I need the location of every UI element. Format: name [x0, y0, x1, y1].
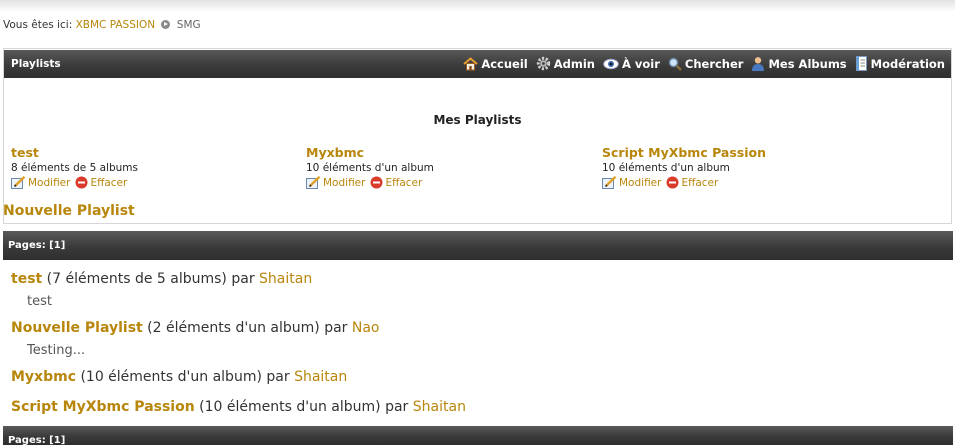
playlist-name-link[interactable]: Myxbmc	[11, 369, 76, 385]
playlist-card-count: 8 éléments de 5 albums	[11, 162, 138, 174]
by-label: par	[385, 399, 409, 415]
eye-icon	[603, 58, 619, 69]
user-icon	[752, 57, 765, 71]
menu-admin-label: Admin	[553, 56, 595, 71]
pagination-label[interactable]: Pages: [1]	[8, 240, 65, 251]
pagination-bar-top: Pages: [1]	[3, 231, 953, 260]
playlist-row: Myxbmc (10 éléments d'un album) par Shai…	[11, 369, 347, 385]
playlist-card-name-link[interactable]: Myxbmc	[306, 145, 434, 160]
by-label: par	[231, 271, 255, 287]
menu-mes-albums-label: Mes Albums	[768, 56, 847, 71]
playlist-owner-link[interactable]: Shaitan	[413, 399, 466, 415]
playlist-card: Script MyXbmc Passion 10 éléments d'un a…	[602, 145, 766, 189]
edit-label: Modifier	[323, 176, 366, 189]
playlist-card-actions: Modifier Effacer	[11, 176, 138, 189]
menu-mes-albums[interactable]: Mes Albums	[751, 56, 847, 71]
menu-moderation-label: Modération	[870, 56, 945, 71]
by-label: par	[266, 369, 290, 385]
playlist-name-link[interactable]: Nouvelle Playlist	[11, 320, 143, 336]
menu-admin[interactable]: Admin	[536, 56, 595, 71]
edit-icon	[11, 176, 26, 189]
playlist-card-actions: Modifier Effacer	[602, 176, 766, 189]
home-icon	[463, 56, 478, 70]
breadcrumb-current: SMG	[176, 19, 201, 31]
gear-icon	[536, 56, 550, 71]
delete-link[interactable]: Effacer	[370, 176, 422, 189]
playlist-row: Script MyXbmc Passion (10 éléments d'un …	[11, 399, 466, 415]
playlist-info: (10 éléments d'un album)	[80, 369, 262, 385]
playlist-description: Testing...	[27, 343, 86, 358]
playlists-titlebar: Playlists Accueil Admin À voir Chercher …	[4, 50, 951, 78]
search-icon	[668, 57, 682, 71]
playlist-card-actions: Modifier Effacer	[306, 176, 434, 189]
panel-title: Playlists	[11, 58, 61, 70]
playlist-card-count: 10 éléments d'un album	[602, 162, 730, 174]
document-icon	[855, 56, 867, 71]
edit-icon	[602, 176, 617, 189]
edit-icon	[306, 176, 321, 189]
playlist-info: (7 éléments de 5 albums)	[46, 271, 227, 287]
breadcrumb-arrow-icon	[161, 20, 171, 29]
edit-link[interactable]: Modifier	[602, 176, 661, 189]
top-band	[0, 0, 955, 12]
playlist-card-name-link[interactable]: Script MyXbmc Passion	[602, 145, 766, 160]
edit-link[interactable]: Modifier	[306, 176, 365, 189]
playlist-owner-link[interactable]: Shaitan	[259, 271, 312, 287]
menu-chercher-label: Chercher	[684, 56, 744, 71]
new-playlist-link[interactable]: Nouvelle Playlist	[3, 203, 135, 219]
menu-accueil-label: Accueil	[481, 56, 528, 71]
my-playlists-heading: Mes Playlists	[433, 113, 522, 127]
playlist-description: test	[27, 294, 52, 309]
edit-link[interactable]: Modifier	[11, 176, 70, 189]
delete-label: Effacer	[681, 176, 719, 189]
delete-link[interactable]: Effacer	[666, 176, 718, 189]
playlist-owner-link[interactable]: Nao	[352, 320, 380, 336]
menu-accueil[interactable]: Accueil	[463, 56, 528, 71]
edit-label: Modifier	[28, 176, 71, 189]
breadcrumb-prefix: Vous êtes ici:	[3, 19, 73, 31]
playlist-card-count: 10 éléments d'un album	[306, 162, 434, 174]
playlist-name-link[interactable]: Script MyXbmc Passion	[11, 399, 195, 415]
playlist-info: (10 éléments d'un album)	[199, 399, 381, 415]
menu-chercher[interactable]: Chercher	[668, 56, 744, 71]
delete-label: Effacer	[385, 176, 423, 189]
playlist-owner-link[interactable]: Shaitan	[294, 369, 347, 385]
playlist-card: test 8 éléments de 5 albums Modifier Eff…	[11, 145, 138, 189]
top-menu: Accueil Admin À voir Chercher Mes Albums…	[463, 56, 945, 71]
delete-icon	[75, 176, 88, 189]
pagination-label[interactable]: Pages: [1]	[8, 435, 65, 446]
delete-icon	[370, 176, 383, 189]
delete-icon	[666, 176, 679, 189]
playlist-card: Myxbmc 10 éléments d'un album Modifier E…	[306, 145, 434, 189]
breadcrumb-root-link[interactable]: XBMC PASSION	[76, 19, 156, 31]
delete-label: Effacer	[90, 176, 128, 189]
playlist-name-link[interactable]: test	[11, 271, 42, 287]
pagination-bar-bottom: Pages: [1]	[3, 426, 953, 446]
delete-link[interactable]: Effacer	[75, 176, 127, 189]
by-label: par	[324, 320, 348, 336]
menu-moderation[interactable]: Modération	[855, 56, 945, 71]
menu-a-voir-label: À voir	[621, 56, 660, 71]
menu-a-voir[interactable]: À voir	[603, 56, 660, 71]
playlist-row: Nouvelle Playlist (2 éléments d'un album…	[11, 320, 380, 336]
edit-label: Modifier	[619, 176, 662, 189]
playlist-info: (2 éléments d'un album)	[147, 320, 320, 336]
playlist-row: test (7 éléments de 5 albums) par Shaita…	[11, 271, 312, 287]
playlist-card-name-link[interactable]: test	[11, 145, 138, 160]
breadcrumb: Vous êtes ici: XBMC PASSION SMG	[3, 19, 201, 31]
